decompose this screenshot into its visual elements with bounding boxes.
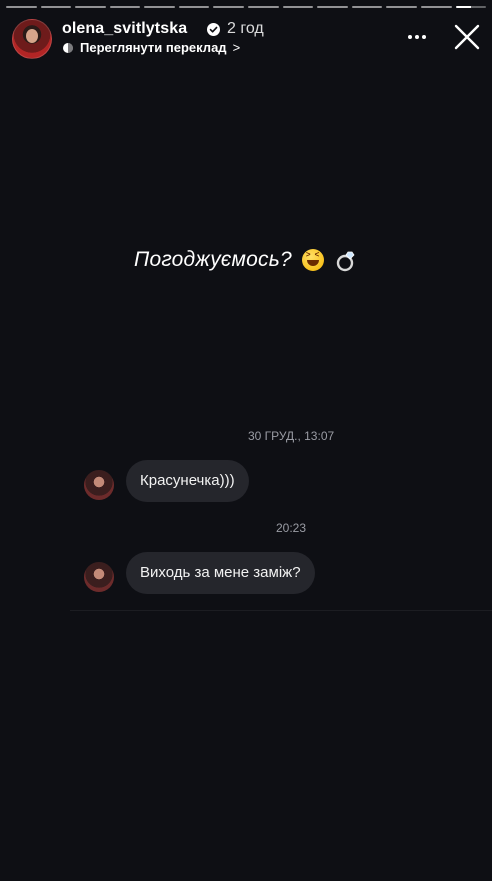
progress-segment bbox=[178, 6, 210, 8]
progress-segment bbox=[317, 6, 348, 8]
profile-avatar[interactable] bbox=[12, 19, 52, 59]
progress-segment bbox=[213, 6, 245, 8]
verified-badge-icon bbox=[207, 23, 220, 36]
progress-segment bbox=[351, 6, 383, 8]
story-screen[interactable]: olena_svitlytska 2 год Переглянути перек… bbox=[0, 0, 492, 881]
caption-text: Погоджуємось? bbox=[134, 248, 292, 271]
story-progress-bar bbox=[6, 6, 487, 8]
story-caption: Погоджуємось? bbox=[0, 248, 492, 272]
chevron-right-icon: > bbox=[232, 40, 241, 55]
post-time: 2 год bbox=[227, 20, 264, 37]
progress-segment bbox=[282, 6, 314, 8]
progress-segment bbox=[144, 6, 175, 8]
progress-segment bbox=[248, 6, 279, 8]
laughing-face-icon bbox=[301, 249, 324, 272]
progress-segment bbox=[109, 6, 141, 8]
timestamp: 20:23 bbox=[276, 521, 307, 535]
progress-segment bbox=[75, 6, 106, 8]
message-bubble: Красунечка))) bbox=[126, 460, 249, 502]
see-translation-link[interactable]: Переглянути переклад > bbox=[62, 40, 240, 55]
close-icon[interactable] bbox=[454, 24, 480, 50]
progress-segment bbox=[420, 6, 452, 8]
username[interactable]: olena_svitlytska bbox=[62, 20, 187, 38]
story-header: olena_svitlytska 2 год Переглянути перек… bbox=[12, 18, 480, 60]
ring-icon bbox=[336, 252, 355, 272]
timestamp: 30 ГРУД., 13:07 bbox=[248, 429, 335, 443]
progress-segment bbox=[386, 6, 417, 8]
progress-segment bbox=[6, 6, 37, 8]
avatar-face bbox=[26, 29, 38, 43]
see-translation-label: Переглянути переклад bbox=[80, 40, 227, 55]
more-options-icon[interactable] bbox=[406, 26, 428, 48]
message-bubble: Виходь за мене заміж? bbox=[126, 552, 315, 594]
translate-icon bbox=[63, 42, 73, 53]
chat-screenshot: 30 ГРУД., 13:07 Красунечка))) 20:23 Вихо… bbox=[70, 420, 492, 611]
progress-segment bbox=[40, 6, 72, 8]
sender-avatar bbox=[84, 562, 114, 592]
sender-avatar bbox=[84, 470, 114, 500]
progress-segment bbox=[455, 6, 487, 8]
